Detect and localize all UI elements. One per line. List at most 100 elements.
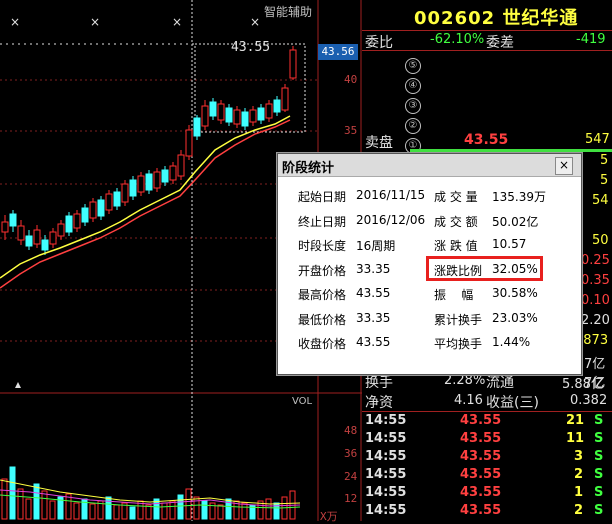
tick-side: S: [594, 503, 604, 518]
dialog-title: 阶段统计: [282, 161, 335, 176]
sell-level-2: ②: [405, 113, 421, 134]
sell-price: 43.55: [464, 132, 509, 148]
candle-body: [33, 229, 41, 245]
stat-value: 2016/11/15: [356, 188, 426, 202]
candle-body: [273, 99, 281, 113]
stat-value: 135.39万: [492, 190, 546, 204]
turnover-label: 换手: [365, 375, 393, 391]
candle-body: [145, 173, 153, 191]
volume-bar: [241, 502, 248, 520]
stat-label: 起始日期: [298, 190, 347, 204]
close-icon[interactable]: ×: [555, 157, 573, 175]
stat-label: 收盘价格: [298, 337, 347, 351]
stat-value: 33.35: [356, 261, 391, 276]
candle-body: [217, 103, 225, 121]
volume-bar: [73, 502, 80, 520]
sell-level-4: ④: [405, 73, 421, 94]
tick-side: S: [594, 467, 604, 482]
eps-label: 收益(三): [486, 395, 539, 411]
tick-volume: 2: [574, 503, 584, 518]
volume-bar: [113, 504, 120, 520]
tick-time: 14:55: [365, 413, 407, 428]
stat-value: 2016/12/06: [356, 212, 426, 227]
candle-body: [257, 107, 265, 121]
candle-body: [129, 179, 137, 197]
current-price-tag: 43.56: [318, 44, 358, 60]
partial-value: 2.20: [581, 313, 610, 328]
stat-value: 23.03%: [492, 310, 538, 325]
tick-side: S: [594, 413, 604, 428]
change-ratio-highlight: [426, 256, 543, 281]
candle-body: [289, 49, 297, 79]
vol-tick-12: 12: [344, 492, 358, 505]
volume-bars: [1, 466, 296, 520]
y-tick-40: 40: [344, 73, 358, 86]
candle-body: [81, 207, 89, 223]
weicha-label: 委差: [486, 35, 514, 51]
candle-body: [1, 221, 9, 233]
candle-body: [233, 109, 241, 125]
ma-red-line: [0, 119, 291, 289]
weicha-value: -419: [576, 32, 606, 47]
tick-volume: 2: [574, 467, 584, 482]
sell-label: 卖盘: [365, 135, 393, 151]
partial-value: 5: [600, 173, 609, 188]
candle-body: [41, 239, 49, 251]
sell-level-3: ③: [405, 93, 421, 114]
candle-body: [89, 201, 97, 219]
tick-time: 14:55: [365, 431, 407, 446]
candle-body: [241, 111, 249, 127]
partial-value: 50: [592, 233, 609, 248]
volume-bar: [265, 498, 272, 520]
tick-price: 43.55: [460, 431, 502, 446]
stat-label: 最低价格: [298, 312, 347, 327]
smart-assist-label[interactable]: 智能辅助: [264, 3, 312, 20]
volume-bar: [17, 488, 24, 520]
stat-label: 累计换手: [434, 312, 483, 327]
stat-label: 终止日期: [298, 214, 347, 229]
candle-body: [193, 117, 201, 137]
candle-body: [249, 109, 257, 123]
candle-body: [225, 107, 233, 123]
low-marker-icon: [15, 382, 21, 388]
dialog-titlebar[interactable]: 阶段统计 ×: [278, 154, 581, 177]
partial-value: 54: [592, 193, 609, 208]
stat-value: 33.35: [356, 310, 391, 325]
candle-body: [201, 105, 209, 127]
tick-volume: 21: [566, 413, 585, 428]
tick-side: S: [594, 431, 604, 446]
volume-bar: [41, 490, 48, 520]
candle-body: [281, 87, 289, 111]
webi-value: -62.10%: [430, 32, 485, 47]
peak-price-label: 43.55: [231, 40, 271, 55]
stat-value: 30.58%: [492, 286, 538, 300]
volume-bar: [49, 500, 56, 520]
candle-body: [97, 199, 105, 217]
top-markers: × × × ×: [10, 15, 260, 29]
tick-price: 43.55: [460, 413, 502, 428]
stock-title: 002602 世纪华通: [414, 4, 578, 30]
tick-price: 43.55: [460, 485, 502, 500]
tick-time: 14:55: [365, 449, 407, 464]
candle-body: [209, 101, 217, 117]
volume-bar: [169, 500, 176, 520]
volume-bar: [1, 478, 8, 520]
tick-time: 14:55: [365, 485, 407, 500]
tick-volume: 1: [574, 485, 584, 500]
svg-text:×: ×: [172, 15, 182, 29]
partial-value: 0.10: [581, 293, 610, 308]
volume-bar: [177, 494, 184, 520]
stat-label: 涨 跌 值: [434, 239, 478, 253]
svg-text:×: ×: [90, 15, 100, 29]
tick-volume: 11: [566, 431, 585, 446]
eps-value: 0.382: [570, 393, 608, 408]
candle-body: [185, 129, 193, 157]
vol-tick-48: 48: [344, 424, 358, 437]
volume-bar: [201, 500, 208, 520]
partial-value: 0.35: [581, 273, 610, 288]
candle-body: [153, 171, 161, 189]
y-tick-35: 35: [344, 124, 358, 137]
tick-side: S: [594, 485, 604, 500]
tick-volume: 3: [574, 449, 584, 464]
volume-title: VOL: [292, 396, 313, 407]
